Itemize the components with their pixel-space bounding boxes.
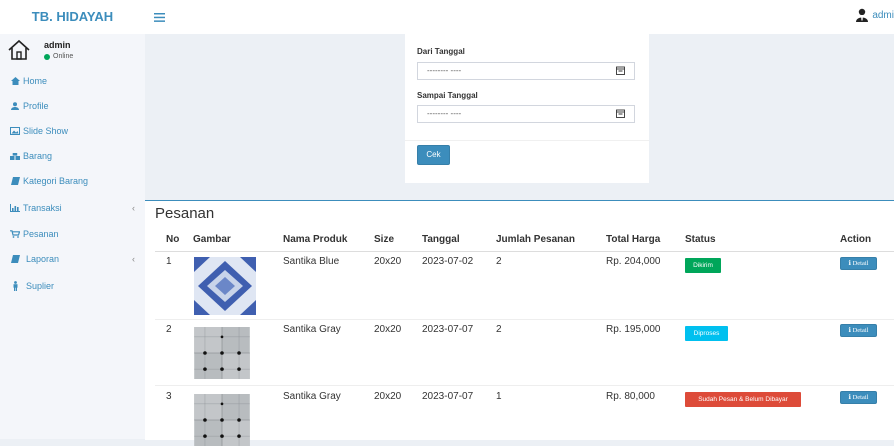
from-date-input[interactable]: -------- ----	[417, 62, 635, 80]
house-icon	[8, 39, 30, 60]
cell-date: 2023-07-07	[422, 324, 474, 335]
cell-qty: 2	[496, 324, 502, 335]
detail-button[interactable]: ℹ Detail	[840, 324, 877, 337]
cell-size: 20x20	[374, 324, 402, 335]
cell-total: Rp. 195,000	[606, 324, 661, 335]
column-header-gambar: Gambar	[193, 234, 231, 245]
cell-total: Rp. 80,000	[606, 391, 655, 402]
cell-qty: 1	[496, 391, 502, 402]
user-name: admin	[44, 40, 71, 50]
from-date-value: -------- ----	[427, 66, 462, 75]
column-header-tanggal: Tanggal	[422, 234, 460, 245]
person-icon	[10, 281, 20, 291]
book-icon	[10, 176, 20, 186]
cell-date: 2023-07-07	[422, 391, 474, 402]
cell-date: 2023-07-02	[422, 256, 474, 267]
user-icon	[10, 101, 20, 111]
sidebar-item-home[interactable]: Home	[0, 71, 145, 91]
image-icon	[10, 126, 20, 136]
book-icon	[10, 254, 20, 264]
sidebar-item-label: Kategori Barang	[23, 176, 89, 186]
user-status-label: Online	[53, 53, 74, 60]
sidebar: admin Online Home Profile Slide Show Bar…	[0, 34, 145, 439]
sidebar-item-suplier[interactable]: Suplier	[0, 276, 145, 296]
cek-button[interactable]: Cek	[417, 145, 450, 165]
column-header-status: Status	[685, 234, 716, 245]
user-menu[interactable]: admi	[856, 8, 894, 22]
online-dot-icon	[44, 53, 50, 60]
cell-product: Santika Gray	[283, 324, 341, 335]
cell-size: 20x20	[374, 391, 402, 402]
cell-size: 20x20	[374, 256, 402, 267]
column-header-nama-produk: Nama Produk	[283, 234, 348, 245]
cart-icon	[10, 229, 20, 239]
cell-product: Santika Blue	[283, 256, 340, 267]
sidebar-item-label: Barang	[23, 151, 53, 161]
form-divider	[405, 140, 649, 141]
user-menu-name: admi	[872, 9, 894, 21]
sidebar-item-profile[interactable]: Profile	[0, 96, 145, 116]
chevron-left-icon: ‹	[132, 203, 135, 213]
to-date-label: Sampai Tanggal	[417, 91, 478, 100]
column-header-jumlah-pesanan: Jumlah Pesanan	[496, 234, 575, 245]
column-header-total-harga: Total Harga	[606, 234, 661, 245]
row-divider	[155, 385, 894, 386]
sidebar-item-label: Transaksi	[23, 203, 62, 213]
sidebar-item-label: Home	[23, 76, 48, 86]
sidebar-item-barang[interactable]: Barang	[0, 146, 145, 166]
to-date-input[interactable]: -------- ----	[417, 105, 635, 123]
user-panel: admin Online	[0, 34, 145, 74]
product-image-santika-blue	[194, 257, 256, 315]
top-navbar: TB. HIDAYAH admi	[0, 0, 894, 34]
sidebar-item-label: Slide Show	[23, 126, 69, 136]
sidebar-item-transaksi[interactable]: Transaksi ‹	[0, 198, 145, 218]
cell-qty: 2	[496, 256, 502, 267]
user-avatar-icon	[856, 8, 869, 22]
sidebar-toggle-icon[interactable]	[154, 10, 165, 25]
table-header-divider	[155, 251, 894, 252]
column-header-size: Size	[374, 234, 395, 245]
detail-button[interactable]: ℹ Detail	[840, 391, 877, 404]
status-badge: Diproses	[685, 326, 728, 341]
cell-product: Santika Gray	[283, 391, 341, 402]
sidebar-item-slide-show[interactable]: Slide Show	[0, 121, 145, 141]
date-filter-form: Dari Tanggal -------- ---- Sampai Tangga…	[405, 34, 649, 183]
status-badge: Dikirim	[685, 258, 721, 273]
cell-no: 2	[166, 324, 172, 335]
from-date-label: Dari Tanggal	[417, 47, 465, 56]
row-divider	[155, 319, 894, 320]
product-image-santika-gray	[194, 327, 250, 379]
sidebar-item-pesanan[interactable]: Pesanan	[0, 224, 145, 244]
cell-no: 3	[166, 391, 172, 402]
sidebar-item-label: Profile	[23, 101, 49, 111]
cell-no: 1	[166, 256, 172, 267]
product-image-santika-gray	[194, 394, 250, 446]
to-date-value: -------- ----	[427, 109, 462, 118]
detail-button[interactable]: ℹ Detail	[840, 257, 877, 270]
home-icon	[10, 76, 20, 86]
cubes-icon	[10, 151, 20, 161]
calendar-icon[interactable]	[616, 109, 625, 118]
sidebar-item-label: Laporan	[26, 254, 60, 264]
sidebar-item-label: Pesanan	[23, 229, 59, 239]
chevron-left-icon: ‹	[132, 254, 135, 264]
status-badge: Sudah Pesan & Belum Dibayar	[685, 392, 801, 407]
sidebar-item-kategori-barang[interactable]: Kategori Barang	[0, 171, 145, 191]
sidebar-item-laporan[interactable]: Laporan ‹	[0, 249, 145, 269]
cell-total: Rp. 204,000	[606, 256, 661, 267]
bar-chart-icon	[10, 203, 20, 213]
page-title: Pesanan	[155, 205, 215, 222]
user-status: Online	[44, 53, 73, 60]
column-header-no: No	[166, 234, 180, 245]
brand-logo[interactable]: TB. HIDAYAH	[0, 0, 145, 34]
calendar-icon[interactable]	[616, 66, 625, 75]
sidebar-item-label: Suplier	[26, 281, 55, 291]
column-header-action: Action	[840, 234, 872, 245]
